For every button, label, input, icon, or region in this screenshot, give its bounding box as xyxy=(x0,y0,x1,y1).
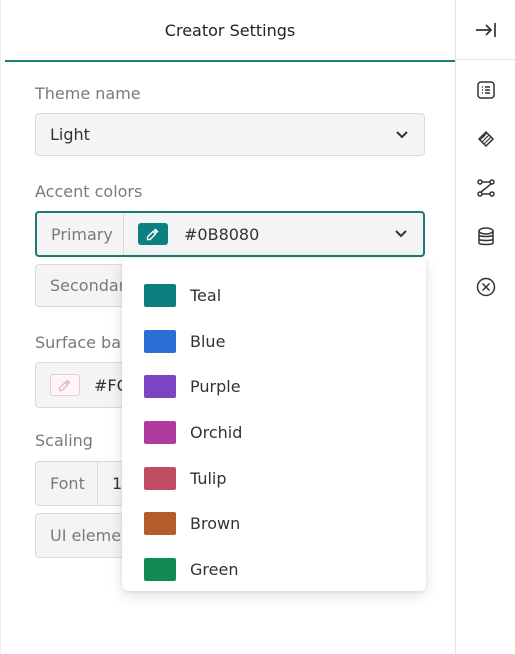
color-swatch xyxy=(144,375,176,399)
secondary-label: Secondary xyxy=(50,276,135,295)
color-option-purple[interactable]: Purple xyxy=(122,364,426,410)
scaling-label: Scaling xyxy=(35,431,93,450)
segment-divider xyxy=(123,213,124,255)
color-swatch xyxy=(144,466,176,490)
theme-select[interactable]: Light xyxy=(35,113,425,156)
primary-swatch-button[interactable] xyxy=(138,223,168,245)
eyedropper-icon xyxy=(58,379,71,392)
surface-swatch-button[interactable] xyxy=(50,374,80,396)
theme-name-label: Theme name xyxy=(35,84,141,103)
color-swatch xyxy=(144,512,176,536)
list-icon[interactable] xyxy=(475,79,497,101)
accent-color-dropdown: Teal Blue Purple Orchid Tulip Brown Green xyxy=(122,258,426,591)
collapse-panel-icon[interactable] xyxy=(475,19,497,41)
color-option-label: Blue xyxy=(190,331,226,351)
close-circle-icon[interactable] xyxy=(475,276,497,298)
color-swatch xyxy=(144,557,176,581)
primary-color-select[interactable]: Primary #0B8080 xyxy=(35,211,425,257)
theme-icon[interactable] xyxy=(475,128,497,150)
color-option-label: Tulip xyxy=(190,468,227,488)
eyedropper-icon xyxy=(146,228,159,241)
flow-icon[interactable] xyxy=(475,177,497,199)
font-scale-label: Font xyxy=(50,474,85,493)
color-swatch xyxy=(144,284,176,308)
theme-select-value: Light xyxy=(50,125,90,144)
surface-color-value: #FC xyxy=(94,375,128,395)
color-option-orchid[interactable]: Orchid xyxy=(122,410,426,456)
panel-header: Creator Settings xyxy=(5,0,455,62)
color-option-green[interactable]: Green xyxy=(122,547,426,593)
primary-label: Primary xyxy=(51,224,113,244)
color-swatch xyxy=(144,421,176,445)
database-icon[interactable] xyxy=(475,226,497,248)
color-option-label: Teal xyxy=(190,286,222,306)
color-swatch xyxy=(144,329,176,353)
color-option-label: Purple xyxy=(190,377,241,397)
color-option-tulip[interactable]: Tulip xyxy=(122,455,426,501)
color-option-teal[interactable]: Teal xyxy=(122,273,426,319)
color-option-label: Brown xyxy=(190,514,241,534)
chevron-down-icon xyxy=(395,230,407,238)
ui-elements-label: UI elemen xyxy=(50,526,132,545)
color-option-brown[interactable]: Brown xyxy=(122,501,426,547)
right-icon-rail xyxy=(456,0,515,654)
panel-title: Creator Settings xyxy=(164,20,296,40)
rail-divider xyxy=(456,59,515,60)
color-option-label: Green xyxy=(190,559,239,579)
chevron-down-icon xyxy=(396,130,408,138)
accent-colors-label: Accent colors xyxy=(35,182,143,201)
primary-color-value: #0B8080 xyxy=(184,224,260,244)
color-option-label: Orchid xyxy=(190,423,243,443)
surface-background-label: Surface bac xyxy=(35,333,130,352)
color-option-blue[interactable]: Blue xyxy=(122,319,426,365)
